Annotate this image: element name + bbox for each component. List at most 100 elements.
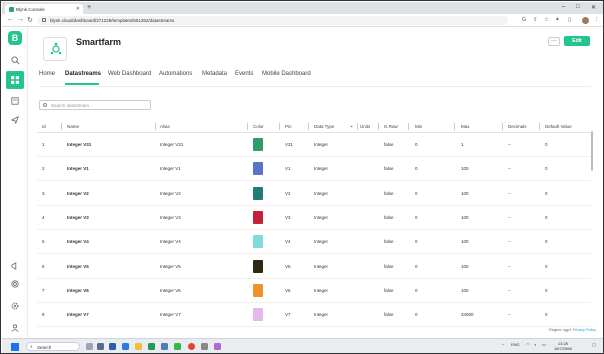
column-header-max[interactable]: Max (461, 124, 470, 129)
table-row[interactable]: 7 Integer V6 Integer V6 V6 Integer false 0 100 –… (37, 279, 591, 303)
lock-icon (42, 18, 46, 22)
user-profile-icon[interactable] (6, 319, 24, 337)
sidebar-panel-icon[interactable]: ▯ (568, 17, 571, 23)
task-view-icon[interactable] (97, 343, 104, 350)
column-resizer[interactable] (502, 123, 503, 130)
new-tab-icon[interactable]: + (87, 4, 91, 11)
column-resizer[interactable] (539, 123, 540, 130)
cell-id: 7 (42, 287, 45, 293)
app-icon[interactable] (148, 343, 155, 350)
app-icon[interactable] (214, 343, 221, 350)
search-field-icon (43, 103, 47, 107)
table-row[interactable]: 6 Integer V5 Integer V5 V5 Integer false 0 100 –… (37, 255, 591, 279)
file-explorer-icon[interactable] (135, 343, 142, 350)
column-header-pin[interactable]: Pin (285, 124, 292, 129)
clock[interactable]: 13:28 16/7/2566 (554, 341, 572, 351)
google-icon[interactable]: G (522, 17, 526, 23)
table-row[interactable]: 8 Integer V7 Integer V7 V7 Integer false 0 3400… (37, 303, 591, 328)
more-options-button[interactable]: ··· (548, 37, 560, 46)
announcements-icon[interactable] (6, 257, 24, 275)
widgets-icon[interactable] (86, 343, 93, 350)
bookmark-star-icon[interactable]: ☆ (544, 17, 549, 23)
organization-building-icon[interactable] (6, 92, 24, 110)
column-header-alias[interactable]: Alias (160, 124, 170, 129)
column-resizer[interactable] (61, 123, 62, 130)
region-label: Region: sgp1 (549, 328, 572, 332)
tab-metadata[interactable]: Metadata (202, 71, 227, 77)
privacy-policy-link[interactable]: Privacy Policy (572, 328, 596, 332)
close-tab-icon[interactable]: ✕ (76, 6, 80, 12)
settings-gear-icon[interactable] (6, 297, 24, 315)
profile-avatar[interactable] (582, 17, 589, 24)
column-header-name[interactable]: Name (67, 124, 79, 129)
wifi-icon[interactable]: ◠ (526, 342, 530, 347)
column-resizer[interactable] (247, 123, 248, 130)
search-icon[interactable] (6, 51, 24, 69)
tab-home[interactable]: Home (39, 71, 55, 77)
chrome-icon[interactable] (188, 343, 195, 350)
tab-automations[interactable]: Automations (159, 71, 192, 77)
column-resizer[interactable] (308, 123, 309, 130)
windows-start-icon[interactable] (11, 343, 19, 351)
close-window-icon[interactable]: ✕ (591, 4, 596, 11)
table-row[interactable]: 5 Integer V4 Integer V4 V4 Integer false 0 100 –… (37, 230, 591, 255)
cell-pin: V2 (285, 190, 291, 196)
filter-icon[interactable]: ⏷ (350, 124, 353, 129)
edge-icon[interactable] (122, 343, 129, 350)
column-header-color[interactable]: Color (253, 124, 264, 129)
language-indicator[interactable]: ENG (511, 342, 520, 347)
extensions-icon[interactable]: ✦ (555, 17, 560, 23)
edit-button[interactable]: Edit (564, 36, 590, 46)
column-resizer[interactable] (155, 123, 156, 130)
column-header-default-value[interactable]: Default Value (545, 124, 572, 129)
cell-name: Integer V6 (67, 287, 89, 293)
column-header-decimals[interactable]: Decimals (508, 124, 527, 129)
forward-icon[interactable]: → (17, 16, 24, 23)
column-header-is-raw[interactable]: Is Raw (384, 124, 398, 129)
template-image[interactable] (43, 37, 67, 61)
address-bar[interactable]: blynk.cloud/dashboard/271229/templates/5… (38, 16, 508, 25)
table-row[interactable]: 3 Integer V2 Integer V2 V2 Integer false 0 100 –… (37, 182, 591, 206)
blynk-logo-icon[interactable]: B (8, 31, 22, 45)
column-header-id[interactable]: Id (42, 124, 46, 129)
column-resizer[interactable] (408, 123, 409, 130)
column-resizer[interactable] (279, 123, 280, 130)
column-header-data-type[interactable]: Data Type (314, 124, 334, 129)
table-row[interactable]: 2 Integer V1 Integer V1 V1 Integer false 0 100 –… (37, 157, 591, 182)
minimize-icon[interactable]: – (562, 4, 565, 10)
send-plane-icon[interactable] (6, 111, 24, 129)
table-row[interactable]: 4 Integer V3 Integer V3 V3 Integer false 0 100 –… (37, 206, 591, 230)
line-icon[interactable] (174, 343, 181, 350)
reload-icon[interactable]: ↻ (27, 16, 33, 24)
app-icon[interactable] (161, 343, 168, 350)
help-lifebuoy-icon[interactable] (6, 275, 24, 293)
back-icon[interactable]: ← (7, 16, 14, 23)
teams-icon[interactable] (109, 343, 116, 350)
battery-icon[interactable]: ▭ (542, 342, 546, 347)
taskbar-search[interactable]: ⌕ Search (26, 342, 80, 351)
tab-events[interactable]: Events (235, 71, 253, 77)
column-resizer[interactable] (357, 123, 358, 130)
cell-name: Integer V2 (67, 190, 89, 196)
tab-web-dashboard[interactable]: Web Dashboard (108, 71, 151, 77)
column-resizer[interactable] (454, 123, 455, 130)
table-scrollbar[interactable] (591, 131, 593, 171)
cell-alias: Integer V1 (160, 166, 181, 172)
tray-chevron-icon[interactable]: ^ (502, 342, 504, 347)
tab-datastreams[interactable]: Datastreams (65, 71, 101, 77)
maximize-icon[interactable]: □ (576, 4, 580, 10)
search-input[interactable]: Search datastream (39, 100, 151, 110)
column-resizer[interactable] (378, 123, 379, 130)
volume-icon[interactable]: ◖ (534, 342, 536, 347)
templates-grid-icon[interactable] (6, 71, 24, 89)
column-header-units[interactable]: Units (360, 124, 370, 129)
browser-menu-icon[interactable]: ⋮ (594, 17, 600, 23)
notifications-icon[interactable]: ▢ (592, 342, 596, 347)
tab-mobile-dashboard[interactable]: Mobile Dashboard (262, 71, 311, 77)
app-icon[interactable] (201, 343, 208, 350)
cell-id: 2 (42, 166, 45, 172)
column-header-min[interactable]: Min (415, 124, 422, 129)
share-icon[interactable]: ⇪ (533, 17, 538, 23)
browser-tab[interactable]: Blynk.Console ✕ (5, 4, 83, 14)
table-row[interactable]: 1 Integer V31 Integer V31 V31 Integer false 0 1… (37, 133, 591, 157)
